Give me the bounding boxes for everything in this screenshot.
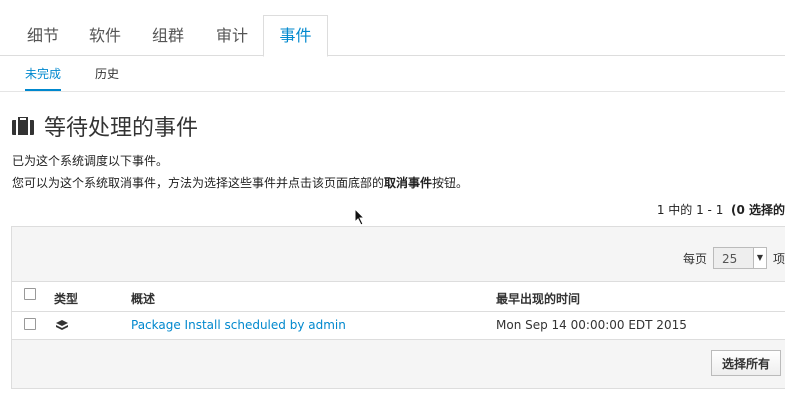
description-suffix: 按钮。: [432, 176, 469, 190]
page-title-text: 等待处理的事件: [44, 116, 199, 141]
event-time: Mon Sep 14 00:00:00 EDT 2015: [496, 318, 687, 332]
per-page-label: 每页: [682, 251, 707, 266]
table-header: 类型 概述 最早出现的时间: [12, 281, 785, 313]
mouse-cursor-icon: [354, 208, 366, 226]
tab-events[interactable]: 事件: [263, 15, 328, 57]
description-line1: 已为这个系统调度以下事件。: [12, 154, 169, 168]
per-page-value: 25: [721, 252, 738, 266]
column-type[interactable]: 类型: [54, 290, 78, 307]
package-icon: [56, 320, 68, 330]
per-page-select[interactable]: 25 ▼: [712, 247, 767, 269]
selected-count: (0 选择的: [730, 203, 785, 217]
table-row: Package Install scheduled by admin Mon S…: [12, 312, 785, 340]
cancel-events-label: 取消事件: [384, 176, 433, 190]
pagination-info: 1 中的 1 - 1 (0 选择的: [657, 201, 785, 218]
tab-details[interactable]: 细节: [26, 16, 60, 55]
per-page-suffix: 项: [772, 251, 785, 266]
description-text: 您可以为这个系统取消事件，方法为选择这些事件并点击该页面底部的: [12, 176, 385, 190]
briefcase-icon: [12, 117, 34, 135]
subtab-history[interactable]: 历史: [95, 56, 119, 90]
row-checkbox[interactable]: [24, 318, 36, 330]
subtab-pending[interactable]: 未完成: [25, 56, 62, 91]
tab-software[interactable]: 软件: [88, 16, 122, 55]
chevron-down-icon: ▼: [752, 248, 766, 268]
page-title: 等待处理的事件: [12, 110, 198, 142]
tab-groups[interactable]: 组群: [151, 16, 185, 55]
column-summary[interactable]: 概述: [131, 290, 155, 307]
description-line2: 您可以为这个系统取消事件，方法为选择这些事件并点击该页面底部的取消事件按钮。: [12, 174, 468, 191]
per-page-control: 每页 25 ▼ 项: [683, 247, 785, 269]
pagination-range: 1 中的 1 - 1: [656, 203, 724, 217]
sub-tabs: 未完成 历史: [0, 56, 785, 92]
tab-audit[interactable]: 审计: [215, 16, 249, 55]
event-summary-link[interactable]: Package Install scheduled by admin: [131, 318, 346, 332]
select-all-button[interactable]: 选择所有: [711, 350, 781, 376]
main-tabs: 细节 软件 组群 审计 事件: [0, 0, 785, 57]
event-summary: Package Install scheduled by admin: [131, 318, 346, 332]
column-earliest-time[interactable]: 最早出现的时间: [496, 290, 580, 307]
select-all-checkbox[interactable]: [24, 288, 36, 300]
